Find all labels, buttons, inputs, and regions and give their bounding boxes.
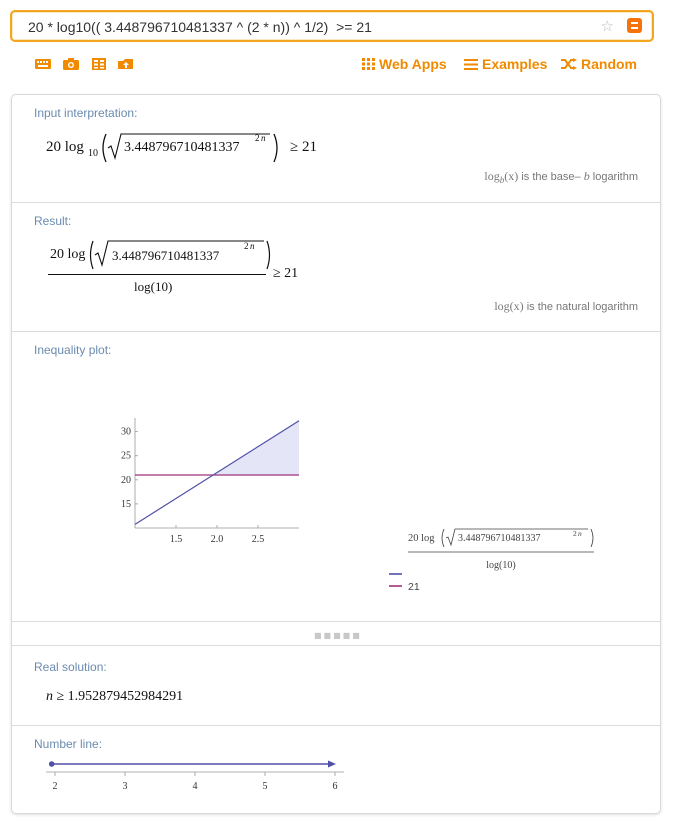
legend-label-series-1-var: n xyxy=(578,529,582,538)
results-card: Input interpretation: 20 log 10 3.448796… xyxy=(11,94,661,814)
fraction-bar xyxy=(48,274,266,275)
y-tick-label: 15 xyxy=(121,499,131,510)
natural-log-note: log(x) is the natural logarithm xyxy=(494,299,638,313)
legend-paren-right xyxy=(590,528,594,548)
base-b-log-note: logb(x) is the base– b logarithm xyxy=(484,169,638,185)
result-rhs: ≥ 21 xyxy=(273,266,299,281)
solution-value: ≥ 1.952879452984291 xyxy=(53,689,184,704)
pod-number-line: Number line: 23456 xyxy=(12,726,660,814)
log-coefficient: 20 log xyxy=(46,139,84,155)
y-tick-label: 30 xyxy=(121,427,131,438)
legend-paren-left xyxy=(441,528,445,548)
input-exponent-var: n xyxy=(261,133,266,143)
input-base: 3.448796710481337 xyxy=(124,140,240,155)
pod-title: Real solution: xyxy=(34,660,107,674)
y-tick-label: 20 xyxy=(121,475,131,486)
y-tick-label: 25 xyxy=(121,451,131,462)
examples-link[interactable]: Examples xyxy=(464,56,547,72)
table-icon[interactable] xyxy=(90,57,108,71)
examples-label: Examples xyxy=(482,56,548,72)
number-tick-label: 6 xyxy=(333,781,338,792)
web-apps-label: Web Apps xyxy=(379,56,447,72)
grid-icon xyxy=(362,58,375,70)
search-input[interactable] xyxy=(28,18,588,36)
solution-variable: n xyxy=(46,689,53,704)
random-label: Random xyxy=(581,56,637,72)
search-bar[interactable]: ☆ xyxy=(10,10,654,42)
legend-label-series-1-exp: 2 xyxy=(573,529,577,538)
solution-endpoint xyxy=(48,761,55,767)
result-denominator: log(10) xyxy=(134,279,173,294)
plot-legend: 20 log 3.448796710481337 2 n log(10) 21 xyxy=(389,528,594,593)
legend-label-series-2: 21 xyxy=(408,581,420,593)
pod-input-interpretation: Input interpretation: 20 log 10 3.448796… xyxy=(12,95,660,203)
camera-icon[interactable] xyxy=(62,57,80,71)
keyboard-icon[interactable] xyxy=(34,57,52,71)
pod-title: Result: xyxy=(34,214,72,228)
list-icon xyxy=(464,59,478,70)
shuffle-icon xyxy=(561,58,577,70)
x-tick-label: 2.5 xyxy=(252,534,265,545)
web-apps-link[interactable]: Web Apps xyxy=(362,56,447,72)
number-tick-label: 4 xyxy=(193,781,198,792)
pod-real-solution: Real solution: n ≥ 1.952879452984291 xyxy=(12,645,660,726)
log-base-subscript: 10 xyxy=(88,148,98,159)
pod-result: Result: 20 log 3.448796710481337 2 n log… xyxy=(12,203,660,332)
result-exponent: 2 xyxy=(244,241,249,251)
legend-label-series-1-base: 3.448796710481337 xyxy=(458,533,541,544)
result-base: 3.448796710481337 xyxy=(112,248,220,263)
pod-title: Input interpretation: xyxy=(34,106,138,120)
upload-icon[interactable] xyxy=(117,57,135,71)
more-results-dots[interactable]: ■■■■■ xyxy=(314,631,362,640)
solution-expression: n ≥ 1.952879452984291 xyxy=(46,689,183,705)
number-tick-label: 5 xyxy=(263,781,268,792)
number-line-chart: 2 3 4 5 6 xyxy=(46,760,344,792)
random-link[interactable]: Random xyxy=(561,56,637,72)
equal-submit-icon[interactable] xyxy=(627,18,642,33)
x-tick-label: 1.5 xyxy=(170,534,183,545)
x-tick-label: 2.0 xyxy=(211,534,224,545)
input-exponent: 2 xyxy=(255,133,260,143)
legend-label-series-1-den: log(10) xyxy=(486,560,515,571)
input-rhs: ≥ 21 xyxy=(290,139,317,155)
result-expression: 20 log 3.448796710481337 2 n log(10) ≥ 2… xyxy=(48,237,318,297)
legend-label-series-1-coef: 20 log xyxy=(408,533,435,544)
inequality-plot-chart: 15 20 25 30 1.5 2.0 2.5 20 log 3.448796710481337… xyxy=(121,418,594,593)
result-numerator-coef: 20 log xyxy=(50,247,86,262)
favorite-star-icon[interactable]: ☆ xyxy=(601,17,614,35)
pod-inequality-plot: Inequality plot: 15 20 25 30 1.5 2.0 2.5 20 log… xyxy=(12,332,660,622)
number-tick-label: 3 xyxy=(123,781,128,792)
solution-arrowhead xyxy=(328,760,336,768)
result-exponent-var: n xyxy=(250,241,255,251)
number-tick-label: 2 xyxy=(53,781,58,792)
